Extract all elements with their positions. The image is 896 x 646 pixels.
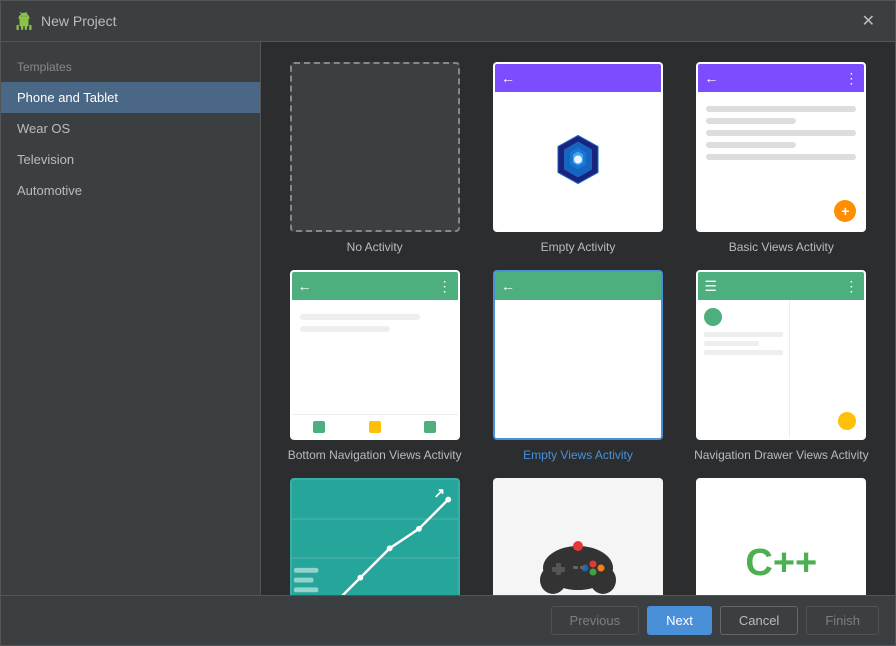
previous-button[interactable]: Previous <box>551 606 640 635</box>
empty-activity-content <box>495 92 661 230</box>
dialog-title: New Project <box>41 13 116 29</box>
bottom-nav-tab-2 <box>369 421 381 433</box>
basic-views-bar: ← ⋮ <box>698 64 864 92</box>
native-cpp-thumb: C++ <box>696 478 866 595</box>
template-bottom-nav[interactable]: ← ⋮ <box>281 270 468 462</box>
title-bar-left: New Project <box>15 12 116 30</box>
list-line-1 <box>706 106 856 112</box>
title-bar: New Project ✕ <box>1 1 895 42</box>
drawer-circle <box>704 308 722 326</box>
sidebar-item-television[interactable]: Television <box>1 144 260 175</box>
bottom-nav-line-2 <box>300 326 390 332</box>
bottom-nav-content <box>292 300 458 414</box>
empty-views-content <box>495 300 661 438</box>
new-project-dialog: New Project ✕ Templates Phone and Tablet… <box>0 0 896 646</box>
dialog-content: Templates Phone and Tablet Wear OS Telev… <box>1 42 895 595</box>
basic-views-content: + <box>698 92 864 230</box>
dialog-footer: Previous Next Cancel Finish <box>1 595 895 645</box>
next-button[interactable]: Next <box>647 606 712 635</box>
empty-views-thumb: ← <box>493 270 663 440</box>
cpp-text: C++ <box>745 542 817 585</box>
close-button[interactable]: ✕ <box>856 9 881 33</box>
cancel-button[interactable]: Cancel <box>720 606 798 635</box>
nav-drawer-label: Navigation Drawer Views Activity <box>694 448 869 462</box>
back-arrow-icon: ← <box>501 71 515 85</box>
no-activity-label: No Activity <box>347 240 403 254</box>
list-line-4 <box>706 142 796 148</box>
responsive-views-thumb: ↗ <box>290 478 460 595</box>
responsive-chart: ↗ <box>292 480 458 595</box>
empty-views-label: Empty Views Activity <box>523 448 633 462</box>
bottom-nav-label: Bottom Navigation Views Activity <box>288 448 462 462</box>
chart-svg: ↗ <box>292 480 458 595</box>
nav-drawer-dots-icon: ⋮ <box>844 278 858 295</box>
template-basic-views[interactable]: ← ⋮ + <box>688 62 875 254</box>
drawer-line-1 <box>704 332 782 337</box>
template-empty-views[interactable]: ← Empty Views Activity <box>484 270 671 462</box>
template-game-activity[interactable]: Game Activity <box>484 478 671 595</box>
nav-drawer-thumb: ☰ ⋮ <box>696 270 866 440</box>
template-no-activity[interactable]: No Activity <box>281 62 468 254</box>
basic-views-back-icon: ← <box>704 71 718 85</box>
nav-drawer-fab <box>838 412 856 430</box>
empty-views-back-icon: ← <box>501 279 515 293</box>
nav-drawer-menu-icon: ☰ <box>704 279 718 293</box>
templates-grid: No Activity ← <box>281 62 875 595</box>
bottom-nav-line-1 <box>300 314 420 320</box>
finish-button[interactable]: Finish <box>806 606 879 635</box>
list-line-3 <box>706 130 856 136</box>
bottom-nav-bar-top: ← ⋮ <box>292 272 458 300</box>
bottom-nav-thumb: ← ⋮ <box>290 270 460 440</box>
sidebar-item-wear-os[interactable]: Wear OS <box>1 113 260 144</box>
empty-activity-label: Empty Activity <box>541 240 616 254</box>
template-empty-activity[interactable]: ← <box>484 62 671 254</box>
template-nav-drawer[interactable]: ☰ ⋮ Navigatio <box>688 270 875 462</box>
no-activity-thumb <box>290 62 460 232</box>
template-responsive-views[interactable]: ↗ Responsive Views Activity <box>281 478 468 595</box>
basic-views-list <box>698 92 864 174</box>
drawer-panel <box>698 300 789 438</box>
hex-logo-icon <box>554 134 602 186</box>
nav-drawer-content <box>698 300 864 438</box>
basic-views-label: Basic Views Activity <box>729 240 834 254</box>
templates-grid-area: No Activity ← <box>261 42 895 595</box>
svg-text:↗: ↗ <box>433 486 444 501</box>
basic-views-thumb: ← ⋮ + <box>696 62 866 232</box>
empty-activity-thumb: ← <box>493 62 663 232</box>
bottom-nav-tab-3 <box>424 421 436 433</box>
basic-views-dots-icon: ⋮ <box>844 70 858 87</box>
bottom-nav-back-icon: ← <box>298 279 312 293</box>
basic-views-fab: + <box>834 200 856 222</box>
list-line-5 <box>706 154 856 160</box>
game-controller-icon <box>538 528 618 595</box>
sidebar-section-label: Templates <box>1 52 260 82</box>
list-line-2 <box>706 118 796 124</box>
bottom-nav-bar-bottom <box>292 414 458 438</box>
drawer-line-3 <box>704 350 782 355</box>
game-activity-thumb <box>493 478 663 595</box>
sidebar-item-phone-tablet[interactable]: Phone and Tablet <box>1 82 260 113</box>
drawer-line-2 <box>704 341 759 346</box>
sidebar: Templates Phone and Tablet Wear OS Telev… <box>1 42 261 595</box>
nav-drawer-bar: ☰ ⋮ <box>698 272 864 300</box>
empty-activity-logo <box>554 134 602 189</box>
android-icon <box>15 12 33 30</box>
bottom-nav-tab-1 <box>313 421 325 433</box>
empty-views-bar: ← <box>495 272 661 300</box>
sidebar-item-automotive[interactable]: Automotive <box>1 175 260 206</box>
empty-activity-bar: ← <box>495 64 661 92</box>
template-native-cpp[interactable]: C++ Native C++ <box>688 478 875 595</box>
bottom-nav-dots-icon: ⋮ <box>438 278 452 295</box>
